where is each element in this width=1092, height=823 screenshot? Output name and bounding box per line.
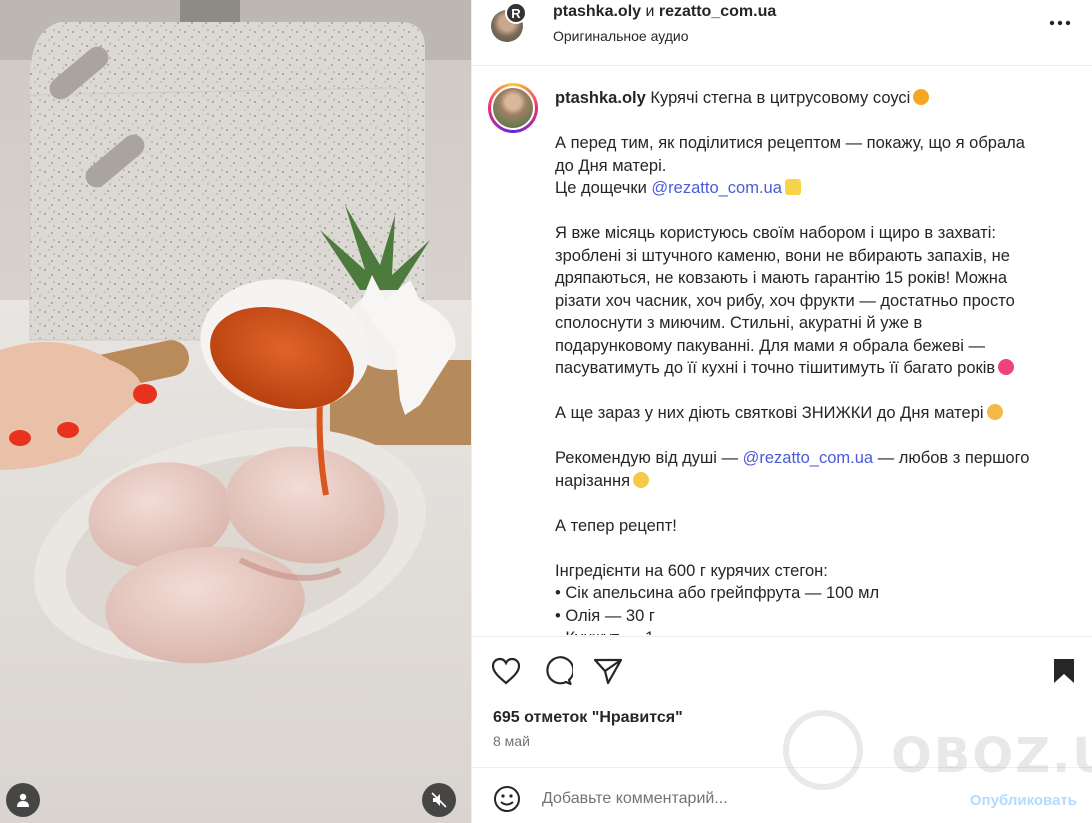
caption-line: А тепер рецепт!: [555, 516, 677, 535]
post-video-frame: [0, 0, 471, 823]
hand-emoji-icon: [633, 471, 650, 488]
comment-button[interactable]: [542, 655, 574, 687]
party-face-emoji-icon: [986, 404, 1003, 420]
caption-line: — любов з першого: [877, 449, 1030, 467]
caption-line: нарізання: [555, 471, 631, 490]
author-username[interactable]: ptashka.oly: [553, 3, 641, 20]
author-avatars[interactable]: R: [491, 2, 533, 44]
caption-line: різати хоч часник, хоч рибу, хоч фрукти …: [555, 291, 1015, 310]
dizzy-emoji-icon: [784, 179, 801, 195]
mute-button[interactable]: [422, 783, 456, 817]
collaborator-username[interactable]: rezatto_com.ua: [659, 3, 776, 20]
heart-emoji-icon: [998, 359, 1015, 375]
send-icon: [593, 658, 623, 685]
ingredient-item: • Кунжут — 1: [555, 627, 1055, 635]
post-authors: ptashka.oly и rezatto_com.ua: [553, 3, 776, 21]
comment-icon: [546, 656, 573, 686]
caption-line: подарунковому пакуванні. Для мами я обра…: [555, 336, 986, 355]
publish-button[interactable]: Опубликовать: [970, 792, 1077, 809]
muted-speaker-icon: [431, 792, 447, 808]
likes-count[interactable]: 695 отметок "Нравится": [493, 709, 683, 727]
caption-line: дряпаються, не ковзають і мають гарантію…: [555, 269, 1008, 287]
post-actions: 695 отметок "Нравится" 8 май: [472, 636, 1092, 766]
ingredients-title: Інгредієнти на 600 г курячих стегон:: [555, 561, 828, 580]
post-header: R ptashka.oly и rezatto_com.ua Оригиналь…: [472, 0, 1092, 66]
more-options-button[interactable]: [1047, 12, 1073, 34]
ingredient-item: • Сік апельсина або грейпфрута — 100 мл: [555, 584, 880, 602]
more-horizontal-icon: [1049, 20, 1071, 26]
caption-username[interactable]: ptashka.oly: [555, 89, 646, 107]
caption-line: зроблені зі штучного каменю, вони не вби…: [555, 246, 1010, 265]
ingredient-item: • Олія — 30 г: [555, 606, 655, 625]
caption-avatar-ring[interactable]: [488, 83, 538, 133]
post-details-panel: R ptashka.oly и rezatto_com.ua Оригиналь…: [471, 0, 1092, 823]
comment-input[interactable]: [542, 786, 932, 812]
caption-line: до Дня матері.: [555, 156, 667, 175]
caption-line: А перед тим, як поділитися рецептом — по…: [555, 134, 1025, 152]
mention-link[interactable]: @rezatto_com.ua: [651, 179, 781, 197]
smile-icon[interactable]: [492, 784, 522, 814]
audio-label[interactable]: Оригинальное аудио: [553, 28, 689, 44]
caption-title: Курячі стегна в цитрусовому соусі: [650, 89, 911, 107]
caption-line: А ще зараз у них діють святкові ЗНИЖКИ д…: [555, 404, 984, 422]
post-date[interactable]: 8 май: [493, 733, 530, 749]
bookmark-icon: [1054, 659, 1074, 683]
authors-connector: и: [645, 3, 655, 20]
post-media[interactable]: [0, 0, 471, 823]
user-icon: [17, 793, 29, 807]
caption-avatar: [491, 86, 535, 130]
mention-link[interactable]: @rezatto_com.ua: [743, 449, 873, 467]
caption-line: пасуватимуть до її кухні і точно тішитим…: [555, 359, 996, 377]
caption-area[interactable]: ptashka.oly Курячі стегна в цитрусовому …: [472, 67, 1092, 635]
save-button[interactable]: [1048, 655, 1080, 687]
caption-line: Я вже місяць користуюсь своїм набором і …: [555, 224, 996, 242]
caption-line: Це дощечки: [555, 179, 647, 197]
orange-emoji-icon: [913, 89, 930, 105]
add-comment-bar: Опубликовать: [472, 767, 1092, 823]
collaborator-avatar[interactable]: R: [505, 2, 527, 24]
caption-text: ptashka.oly Курячі стегна в цитрусовому …: [555, 87, 1055, 635]
heart-icon: [491, 657, 521, 685]
like-button[interactable]: [490, 655, 522, 687]
share-button[interactable]: [592, 655, 624, 687]
caption-line: Рекомендую від душі —: [555, 449, 739, 467]
caption-line: сполоснути з миючим. Стильні, акуратні й…: [555, 314, 923, 332]
tagged-users-button[interactable]: [6, 783, 40, 817]
